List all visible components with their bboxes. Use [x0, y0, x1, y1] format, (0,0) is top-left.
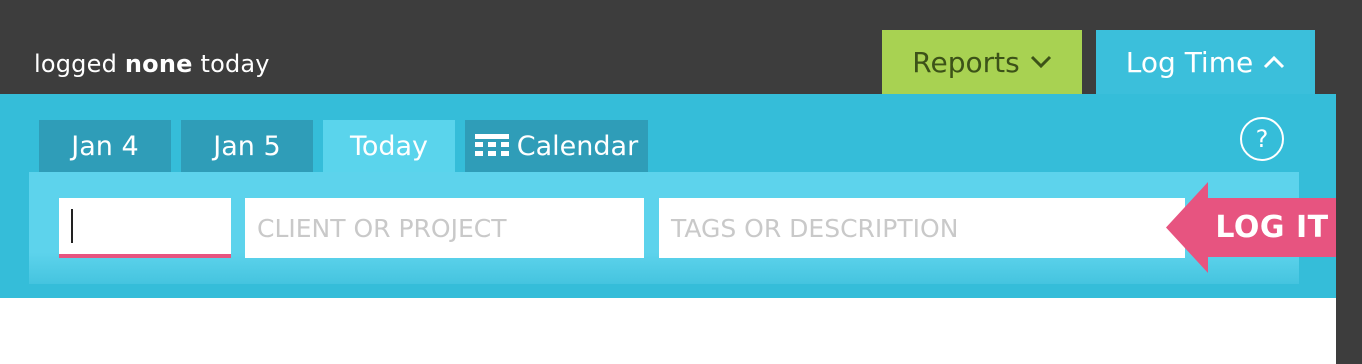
reports-button[interactable]: Reports [882, 30, 1082, 94]
description-input[interactable]: TAGS OR DESCRIPTION [659, 198, 1185, 258]
tab-jan-5[interactable]: Jan 5 [181, 120, 313, 172]
description-placeholder: TAGS OR DESCRIPTION [671, 213, 959, 243]
time-input[interactable] [59, 198, 231, 258]
log-time-label: Log Time [1125, 45, 1254, 79]
help-button[interactable]: ? [1240, 117, 1284, 161]
status-suffix: today [200, 50, 270, 78]
status-value: none [124, 50, 193, 78]
tab-calendar[interactable]: Calendar [465, 120, 648, 172]
chevron-up-icon [1263, 55, 1285, 69]
tab-jan-4[interactable]: Jan 4 [39, 120, 171, 172]
logged-status: logged none today [34, 50, 270, 78]
tab-label: Jan 5 [213, 130, 281, 162]
tab-label: Jan 4 [71, 130, 139, 162]
log-it-label: LOG IT [1215, 210, 1329, 245]
log-time-button[interactable]: Log Time [1096, 30, 1315, 94]
project-input[interactable]: CLIENT OR PROJECT [245, 198, 644, 258]
calendar-grid-icon [474, 134, 509, 158]
project-placeholder: CLIENT OR PROJECT [257, 213, 507, 243]
log-it-button[interactable]: LOG IT [1166, 182, 1336, 273]
tab-label: Today [349, 130, 429, 162]
reports-label: Reports [912, 45, 1020, 79]
main-content [0, 298, 1336, 364]
status-prefix: logged [34, 50, 118, 78]
tab-label: Calendar [516, 130, 639, 162]
tab-today[interactable]: Today [323, 120, 455, 172]
chevron-down-icon [1030, 55, 1052, 69]
text-cursor [71, 209, 73, 243]
help-icon: ? [1255, 125, 1269, 153]
